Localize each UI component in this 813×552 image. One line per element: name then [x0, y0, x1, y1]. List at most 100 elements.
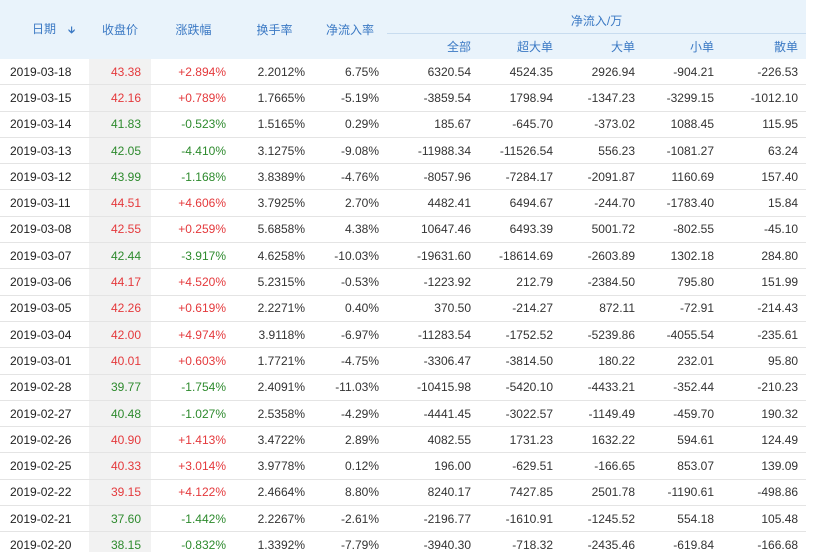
cell-date: 2019-02-22 [0, 479, 89, 507]
cell-turnover: 3.9118% [236, 321, 313, 349]
cell-net-ratio: -9.08% [313, 137, 387, 165]
cell-net-ratio: 8.80% [313, 479, 387, 507]
header-date[interactable]: 日期 🡳 [0, 0, 89, 59]
cell-close: 42.05 [89, 137, 151, 165]
cell-change: +4.520% [151, 268, 236, 296]
table-row[interactable]: 2019-02-27 40.48 -1.027% 2.5358% -4.29% -4441… [0, 400, 807, 428]
cell-net-retail: 139.09 [722, 452, 807, 480]
table-row[interactable]: 2019-02-28 39.77 -1.754% 2.4091% -11.03% -104… [0, 374, 807, 401]
cell-net-small: 1088.45 [643, 111, 722, 138]
cell-net-large: -2384.50 [561, 268, 643, 296]
table-row[interactable]: 2019-02-22 39.15 +4.122% 2.4664% 8.80% 8240.1… [0, 479, 807, 507]
cell-net-retail: 63.24 [722, 137, 807, 165]
table-row[interactable]: 2019-03-18 43.38 +2.894% 2.2012% 6.75% 6320.5… [0, 59, 807, 86]
cell-net-ratio: -7.79% [313, 531, 387, 552]
cell-net-ratio: 0.40% [313, 295, 387, 322]
cell-date: 2019-03-11 [0, 189, 89, 217]
cell-close: 44.51 [89, 189, 151, 217]
table-row[interactable]: 2019-02-21 37.60 -1.442% 2.2267% -2.61% -2196… [0, 505, 807, 533]
cell-net-all: -4441.45 [387, 400, 479, 428]
cell-net-retail: 15.84 [722, 189, 807, 217]
table-row[interactable]: 2019-03-12 43.99 -1.168% 3.8389% -4.76% -8057… [0, 163, 807, 191]
cell-net-all: 10647.46 [387, 216, 479, 244]
header-all[interactable]: 全部 [387, 33, 479, 59]
cell-net-small: 594.61 [643, 426, 722, 454]
cell-change: +2.894% [151, 59, 236, 86]
cell-net-retail: 190.32 [722, 400, 807, 428]
cell-net-small: 1302.18 [643, 242, 722, 270]
table-row[interactable]: 2019-03-08 42.55 +0.259% 5.6858% 4.38% 10647.… [0, 216, 807, 244]
header-large[interactable]: 大单 [561, 33, 643, 59]
cell-net-small: -1081.27 [643, 137, 722, 165]
table-row[interactable]: 2019-02-25 40.33 +3.014% 3.9778% 0.12% 196.00… [0, 452, 807, 480]
header-super-large[interactable]: 超大单 [479, 33, 561, 59]
header-retail[interactable]: 散单 [722, 33, 807, 59]
table-row[interactable]: 2019-03-04 42.00 +4.974% 3.9118% -6.97% -1128… [0, 321, 807, 349]
table-row[interactable]: 2019-03-07 42.44 -3.917% 4.6258% -10.03% -196… [0, 242, 807, 270]
cell-turnover: 2.2267% [236, 505, 313, 533]
header-net-inflow-group: 净流入/万 [387, 0, 807, 34]
cell-net-retail: -45.10 [722, 216, 807, 244]
cell-net-all: 8240.17 [387, 479, 479, 507]
cell-net-super-large: 7427.85 [479, 479, 561, 507]
cell-date: 2019-03-14 [0, 111, 89, 138]
cell-net-super-large: -1752.52 [479, 321, 561, 349]
cell-change: -0.832% [151, 531, 236, 552]
cell-turnover: 2.2271% [236, 295, 313, 322]
cell-net-large: 556.23 [561, 137, 643, 165]
cell-change: -3.917% [151, 242, 236, 270]
cell-date: 2019-02-20 [0, 531, 89, 552]
header-small[interactable]: 小单 [643, 33, 722, 59]
header-close[interactable]: 收盘价 [89, 0, 151, 59]
table-row[interactable]: 2019-03-01 40.01 +0.603% 1.7721% -4.75% -3306… [0, 347, 807, 375]
table-row[interactable]: 2019-02-20 38.15 -0.832% 1.3392% -7.79% -3940… [0, 531, 807, 552]
cell-close: 40.01 [89, 347, 151, 375]
cell-net-all: 4082.55 [387, 426, 479, 454]
cell-turnover: 2.4091% [236, 374, 313, 401]
cell-close: 39.15 [89, 479, 151, 507]
header-change[interactable]: 涨跌幅 [151, 0, 236, 59]
table-row[interactable]: 2019-02-26 40.90 +1.413% 3.4722% 2.89% 4082.5… [0, 426, 807, 454]
cell-net-small: -1190.61 [643, 479, 722, 507]
cell-change: +0.619% [151, 295, 236, 322]
table-row[interactable]: 2019-03-11 44.51 +4.606% 3.7925% 2.70% 4482.4… [0, 189, 807, 217]
cell-date: 2019-03-12 [0, 163, 89, 191]
table-row[interactable]: 2019-03-15 42.16 +0.789% 1.7665% -5.19% -3859… [0, 84, 807, 112]
cell-net-retail: -210.23 [722, 374, 807, 401]
cell-close: 42.44 [89, 242, 151, 270]
right-margin [806, 0, 813, 552]
cell-turnover: 3.9778% [236, 452, 313, 480]
cell-close: 42.26 [89, 295, 151, 322]
cell-net-ratio: 2.70% [313, 189, 387, 217]
table-row[interactable]: 2019-03-05 42.26 +0.619% 2.2271% 0.40% 370.50… [0, 295, 807, 322]
table-row[interactable]: 2019-03-14 41.83 -0.523% 1.5165% 0.29% 185.67… [0, 111, 807, 138]
header-net-ratio[interactable]: 净流入率 [313, 0, 387, 59]
cell-close: 43.38 [89, 59, 151, 86]
cell-net-large: 2501.78 [561, 479, 643, 507]
table-row[interactable]: 2019-03-13 42.05 -4.410% 3.1275% -9.08% -1198… [0, 137, 807, 165]
cell-net-all: -3306.47 [387, 347, 479, 375]
cell-close: 44.17 [89, 268, 151, 296]
cell-net-all: -2196.77 [387, 505, 479, 533]
cell-change: -1.168% [151, 163, 236, 191]
table-row[interactable]: 2019-03-06 44.17 +4.520% 5.2315% -0.53% -1223… [0, 268, 807, 296]
cell-net-all: 196.00 [387, 452, 479, 480]
header-turnover[interactable]: 换手率 [236, 0, 313, 59]
cell-net-super-large: 4524.35 [479, 59, 561, 86]
cell-net-super-large: -629.51 [479, 452, 561, 480]
cell-net-small: 853.07 [643, 452, 722, 480]
cell-net-super-large: -214.27 [479, 295, 561, 322]
cell-net-large: -373.02 [561, 111, 643, 138]
cell-net-all: -19631.60 [387, 242, 479, 270]
cell-net-ratio: -6.97% [313, 321, 387, 349]
cell-net-ratio: -4.75% [313, 347, 387, 375]
arrow-down-icon[interactable]: 🡳 [68, 23, 75, 40]
cell-date: 2019-02-25 [0, 452, 89, 480]
cell-date: 2019-02-28 [0, 374, 89, 401]
cell-change: +3.014% [151, 452, 236, 480]
cell-date: 2019-02-21 [0, 505, 89, 533]
cell-date: 2019-02-26 [0, 426, 89, 454]
cell-net-all: 4482.41 [387, 189, 479, 217]
cell-net-small: -1783.40 [643, 189, 722, 217]
cell-net-ratio: 0.12% [313, 452, 387, 480]
